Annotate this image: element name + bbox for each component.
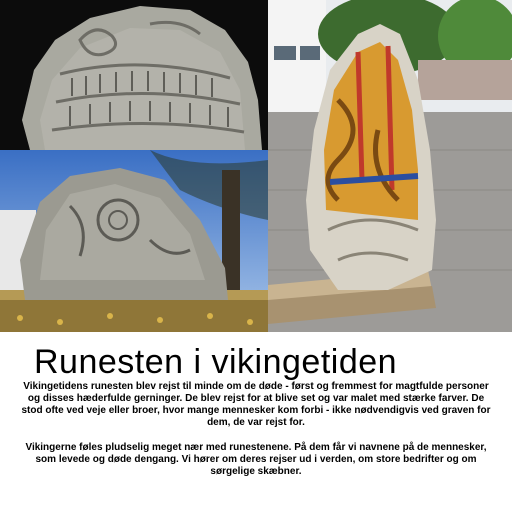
paragraph-2: Vikingerne føles pludselig meget nær med… bbox=[25, 442, 487, 477]
painted-runestone-replica-icon bbox=[268, 0, 512, 332]
paragraph-1: Vikingetidens runesten blev rejst til mi… bbox=[21, 381, 491, 428]
photo-collage bbox=[0, 0, 512, 332]
runestone-outdoor-icon bbox=[0, 150, 268, 332]
painted-runestone-photo bbox=[268, 0, 512, 332]
runestone-closeup-icon bbox=[0, 0, 268, 150]
body-text: Vikingetidens runesten blev rejst til mi… bbox=[18, 381, 494, 491]
runestone-outdoor-photo bbox=[0, 150, 268, 332]
page-title: Runesten i vikingetiden bbox=[34, 343, 398, 381]
runestone-closeup-photo bbox=[0, 0, 268, 150]
